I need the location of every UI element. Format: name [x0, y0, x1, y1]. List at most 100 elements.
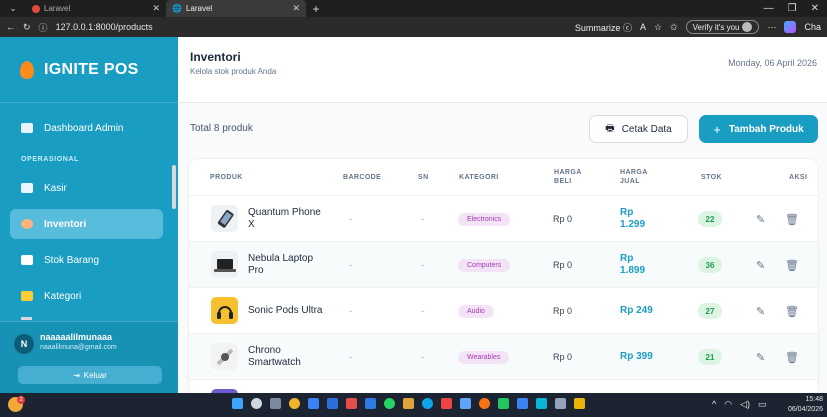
volume-icon[interactable]: ◁) [740, 399, 750, 410]
back-icon[interactable]: ← [6, 22, 15, 32]
column-header-barcode[interactable]: BARCODE [343, 159, 381, 195]
sidebar-item-stok-barang[interactable]: Stok Barang [10, 245, 163, 275]
edit-icon[interactable]: ✎ [756, 196, 765, 242]
close-window-icon[interactable]: ✕ [811, 3, 819, 14]
wifi-icon[interactable]: ◠ [724, 399, 732, 410]
app-icon[interactable] [498, 398, 509, 409]
close-tab-icon[interactable]: ✕ [292, 3, 300, 14]
category-cell: Electronics [458, 196, 511, 242]
sn-cell: - [421, 306, 424, 316]
read-aloud-icon[interactable]: A [640, 22, 646, 32]
brand[interactable]: IGNITE POS [0, 37, 178, 103]
vscode-icon[interactable] [365, 398, 376, 409]
product-thumbnail-laptop [211, 251, 238, 278]
buy-price-cell: Rp 0 [553, 306, 573, 316]
favorites-list-icon[interactable]: ✩ [670, 22, 678, 33]
browser-tab-1[interactable]: Laravel ✕ [26, 0, 166, 17]
edit-icon[interactable]: ✎ [756, 242, 765, 288]
info-icon[interactable]: ⓘ [39, 21, 48, 34]
column-header-kategori[interactable]: KATEGORI [459, 159, 499, 195]
app-icon[interactable] [555, 398, 566, 409]
print-button[interactable]: 🖶 Cetak Data [589, 115, 688, 143]
product-name: Chrono Smartwatch [248, 345, 301, 368]
file-explorer-icon[interactable] [308, 398, 319, 409]
new-tab-button[interactable]: + [306, 2, 326, 16]
app-icon[interactable] [346, 398, 357, 409]
column-header-harga-jual[interactable]: HARGA JUAL [620, 159, 654, 195]
word-icon[interactable] [327, 398, 338, 409]
favorite-icon[interactable]: ☆ [654, 22, 662, 33]
brand-name: IGNITE POS [44, 60, 139, 78]
clock[interactable]: 15:48 06/04/2026 [788, 395, 823, 415]
app-icon[interactable] [517, 398, 528, 409]
whatsapp-icon[interactable] [384, 398, 395, 409]
logout-button[interactable]: ⇥ Keluar [18, 366, 162, 384]
barcode-cell: - [349, 214, 352, 224]
task-view-icon[interactable] [270, 398, 281, 409]
column-header-stok[interactable]: STOK [701, 159, 722, 195]
verify-profile-button[interactable]: Verify it's you [685, 20, 760, 34]
folder-icon[interactable] [403, 398, 414, 409]
table-row[interactable]: Quantum Phone X - - Electronics Rp 0 Rp … [189, 195, 818, 242]
column-header-harga-beli[interactable]: HARGA BELI [554, 159, 588, 195]
column-header-aksi: AKSI [789, 173, 808, 181]
battery-icon[interactable]: ▭ [758, 399, 767, 410]
close-tab-icon[interactable]: ✕ [152, 3, 160, 14]
column-header-sn[interactable]: SN [418, 159, 429, 195]
browser-tab-2[interactable]: 🌐 Laravel ✕ [166, 0, 306, 17]
tab-title: Laravel [44, 4, 71, 13]
table-row[interactable]: Nebula Laptop Pro - - Computers Rp 0 Rp … [189, 241, 818, 288]
delete-icon[interactable]: 🗑 [785, 288, 799, 334]
delete-icon[interactable]: 🗑 [785, 196, 799, 242]
tab-list-button[interactable]: ⌄ [0, 0, 26, 17]
app-icon[interactable] [441, 398, 452, 409]
stock-badge: 22 [698, 211, 722, 227]
app-icon[interactable] [574, 398, 585, 409]
tab-title: Laravel [185, 4, 213, 13]
start-icon[interactable] [232, 398, 243, 409]
app-icon[interactable] [479, 398, 490, 409]
minimize-icon[interactable]: — [764, 3, 774, 14]
more-menu-icon[interactable]: ··· [767, 22, 776, 32]
sell-price: Rp 399 [620, 351, 653, 362]
delete-icon[interactable]: 🗑 [785, 334, 799, 380]
sidebar-item-kategori[interactable]: Kategori [10, 281, 163, 311]
summarize-button[interactable]: Summarize ⓒ [575, 21, 632, 34]
sidebar-item-inventori[interactable]: Inventori [10, 209, 163, 239]
column-header-produk[interactable]: PRODUK [210, 159, 243, 195]
category-cell: Wearables [458, 334, 510, 380]
sell-price: Rp 1.299 [620, 207, 646, 230]
sidebar-item-kasir[interactable]: Kasir [10, 173, 163, 203]
system-tray: ^ ◠ ◁) ▭ [712, 399, 767, 410]
edge-icon[interactable] [422, 398, 433, 409]
table-row[interactable]: Sonic Pods Ultra - - Audio Rp 0 Rp 249 2… [189, 287, 818, 334]
edit-icon[interactable]: ✎ [756, 288, 765, 334]
globe-icon: 🌐 [172, 4, 182, 13]
delete-icon[interactable]: 🗑 [785, 242, 799, 288]
stock-badge: 21 [698, 349, 722, 365]
url-field[interactable]: 127.0.0.1:8000/products [56, 22, 153, 32]
edit-icon[interactable]: ✎ [756, 334, 765, 380]
chrome-icon[interactable] [289, 398, 300, 409]
buy-price-cell: Rp 0 [553, 214, 573, 224]
table-row[interactable]: Chrono Smartwatch - - Wearables Rp 0 Rp … [189, 333, 818, 380]
logout-icon: ⇥ [73, 370, 80, 380]
copilot-icon[interactable] [784, 21, 797, 33]
refresh-icon[interactable]: ↻ [23, 22, 31, 33]
app-icon[interactable] [460, 398, 471, 409]
restore-icon[interactable]: ❐ [788, 3, 797, 14]
chevron-up-icon[interactable]: ^ [712, 399, 716, 410]
sidebar-scrollbar[interactable] [172, 165, 176, 209]
add-product-button[interactable]: + Tambah Produk [699, 115, 818, 143]
page-title: Inventori [190, 50, 241, 64]
sell-price-cell: Rp 1.899 [620, 242, 650, 288]
category-badge: Electronics [458, 212, 511, 226]
app-icon[interactable] [536, 398, 547, 409]
sidebar-item-label: Kategori [44, 290, 82, 302]
product-name: Quantum Phone X [248, 207, 321, 230]
sidebar-item-dashboard[interactable]: Dashboard Admin [10, 113, 163, 143]
add-product-label: Tambah Produk [728, 123, 804, 135]
total-products: Total 8 produk [190, 123, 253, 134]
search-icon[interactable] [251, 398, 262, 409]
product-thumbnail-watch [211, 343, 238, 370]
